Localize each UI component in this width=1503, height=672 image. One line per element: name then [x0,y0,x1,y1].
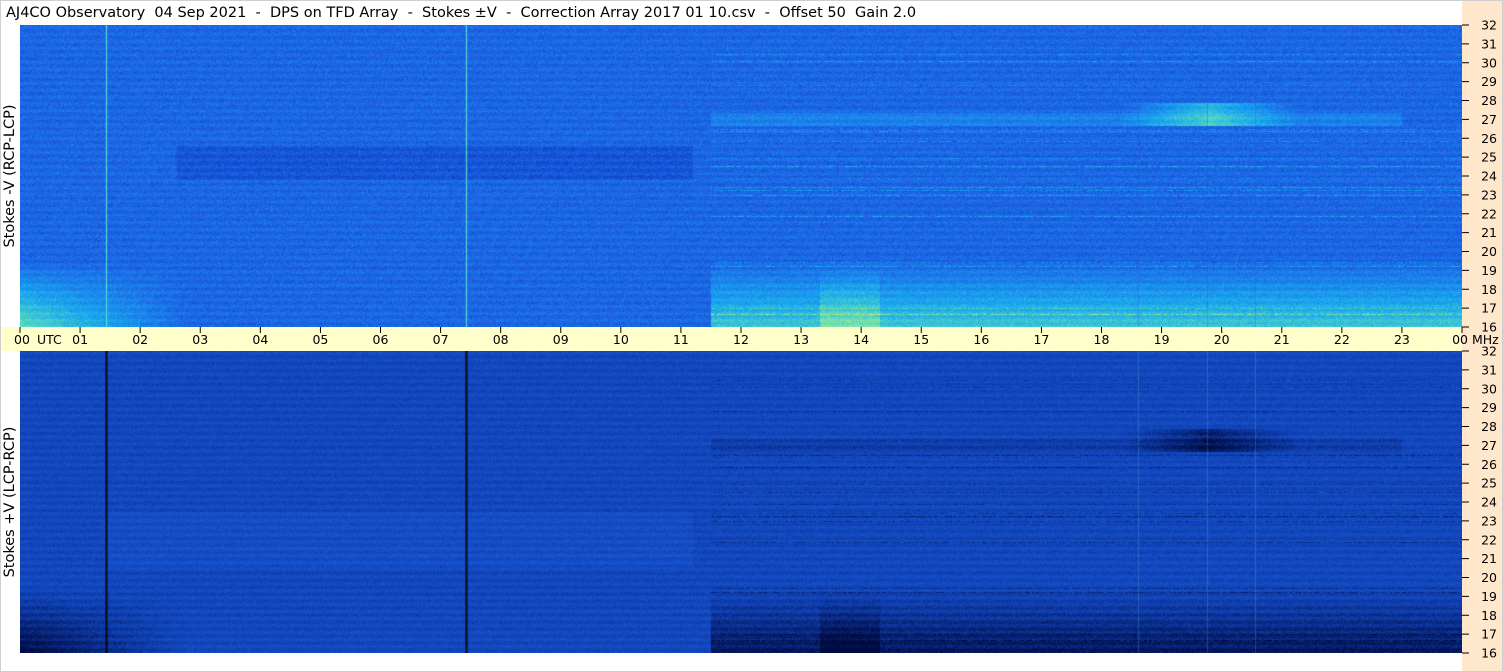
bottom-freq-tick-label: 30 [1481,381,1497,396]
time-tick-label: 07 [433,332,449,347]
time-tick-label: 08 [493,332,509,347]
time-tick-label: 15 [913,332,929,347]
bottom-freq-tick-label: 31 [1481,362,1497,377]
axes-layer: 00 01 02 03 04 05 06 07 08 09 10 11 12 13 14 15 16 17 18 19… [0,0,1503,672]
bottom-freq-tick-label: 23 [1481,513,1497,528]
bottom-freq-tick-label: 25 [1481,476,1497,491]
top-freq-tick-label: 25 [1481,150,1497,165]
bottom-freq-tick-label: 17 [1481,627,1497,642]
top-freq-tick-label: 20 [1481,244,1497,259]
time-tick-label: 05 [312,332,328,347]
top-freq-tick-label: 24 [1481,169,1497,184]
top-freq-tick-label: 28 [1481,93,1497,108]
time-tick-label: 22 [1334,332,1350,347]
top-freq-tick-label: 26 [1481,131,1497,146]
time-tick-label: 17 [1033,332,1049,347]
time-unit-label: UTC [37,332,62,347]
bottom-freq-tick-label: 28 [1481,419,1497,434]
time-tick-label: 02 [132,332,148,347]
time-tick-label: 03 [192,332,208,347]
top-freq-tick-label: 27 [1481,112,1497,127]
top-freq-tick-label: 17 [1481,301,1497,316]
time-tick-label: 00 [1452,332,1468,347]
top-freq-tick-label: 18 [1481,282,1497,297]
top-freq-tick-label: 22 [1481,206,1497,221]
bottom-freq-tick-label: 32 [1481,344,1497,359]
top-freq-tick-label: 32 [1481,18,1497,33]
bottom-freq-tick-label: 24 [1481,495,1497,510]
time-tick-label: 00 [14,332,30,347]
top-freq-tick-label: 21 [1481,225,1497,240]
bottom-freq-tick-label: 16 [1481,646,1497,661]
top-freq-tick-label: 16 [1481,320,1497,335]
top-freq-tick-label: 23 [1481,187,1497,202]
time-tick-label: 19 [1154,332,1170,347]
bottom-freq-tick-label: 21 [1481,551,1497,566]
time-tick-label: 20 [1214,332,1230,347]
bottom-freq-tick-label: 20 [1481,570,1497,585]
top-freq-tick-label: 31 [1481,36,1497,51]
time-tick-label: 10 [613,332,629,347]
bottom-freq-tick-label: 27 [1481,438,1497,453]
bottom-freq-tick-label: 29 [1481,400,1497,415]
top-freq-tick-label: 30 [1481,55,1497,70]
time-tick-label: 18 [1094,332,1110,347]
time-tick-label: 16 [973,332,989,347]
bottom-freq-tick-label: 19 [1481,589,1497,604]
time-tick-label: 06 [373,332,389,347]
time-tick-label: 13 [793,332,809,347]
top-freq-tick-label: 29 [1481,74,1497,89]
time-tick-label: 09 [553,332,569,347]
time-tick-label: 23 [1394,332,1410,347]
time-tick-label: 11 [673,332,689,347]
bottom-freq-tick-label: 26 [1481,457,1497,472]
bottom-freq-tick-label: 22 [1481,532,1497,547]
top-freq-tick-label: 19 [1481,263,1497,278]
time-tick-label: 21 [1274,332,1290,347]
bottom-freq-tick-label: 18 [1481,608,1497,623]
time-tick-label: 01 [72,332,88,347]
time-tick-label: 12 [733,332,749,347]
time-tick-label: 04 [252,332,268,347]
time-tick-label: 14 [853,332,869,347]
